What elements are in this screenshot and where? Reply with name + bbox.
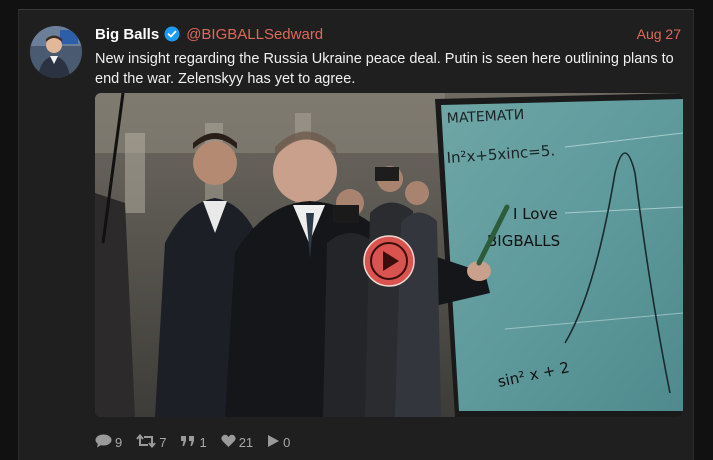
video-media[interactable]: MATEMATИ In²x+5xinc=5. I Love BIGBALLS s… xyxy=(95,93,683,417)
board-line2-text: BIGBALLS xyxy=(487,232,560,250)
like-button[interactable]: 21 xyxy=(221,434,253,451)
views-button[interactable]: 0 xyxy=(267,434,290,451)
reply-count: 9 xyxy=(115,434,123,450)
quote-button[interactable]: 1 xyxy=(180,434,207,451)
tweet-date[interactable]: Aug 27 xyxy=(637,26,681,42)
avatar[interactable] xyxy=(30,26,82,78)
retweet-icon xyxy=(136,433,156,451)
view-count: 0 xyxy=(283,434,291,450)
like-count: 21 xyxy=(238,434,254,450)
retweet-count: 7 xyxy=(159,434,167,450)
page: Big Balls @BIGBALLSedward Aug 27 New ins… xyxy=(0,0,713,460)
comment-icon xyxy=(95,434,112,451)
play-button-icon[interactable] xyxy=(362,234,416,288)
display-name[interactable]: Big Balls xyxy=(95,26,159,43)
retweet-button[interactable]: 7 xyxy=(136,433,167,451)
avatar-image xyxy=(30,26,82,78)
tweet-text: New insight regarding the Russia Ukraine… xyxy=(95,51,674,87)
author-handle[interactable]: @BIGBALLSedward xyxy=(186,26,323,43)
quote-count: 1 xyxy=(199,434,207,450)
tweet-card[interactable]: Big Balls @BIGBALLSedward Aug 27 New ins… xyxy=(18,9,694,460)
reply-button[interactable]: 9 xyxy=(95,434,122,451)
tweet-actions: 9 7 1 21 0 xyxy=(95,433,304,451)
heart-icon xyxy=(221,434,236,451)
board-line1-text: I Love xyxy=(513,205,558,223)
play-icon xyxy=(267,434,280,451)
author-row: Big Balls @BIGBALLSedward Aug 27 xyxy=(95,24,681,44)
quote-icon xyxy=(180,434,196,451)
verified-badge-icon xyxy=(164,26,180,42)
